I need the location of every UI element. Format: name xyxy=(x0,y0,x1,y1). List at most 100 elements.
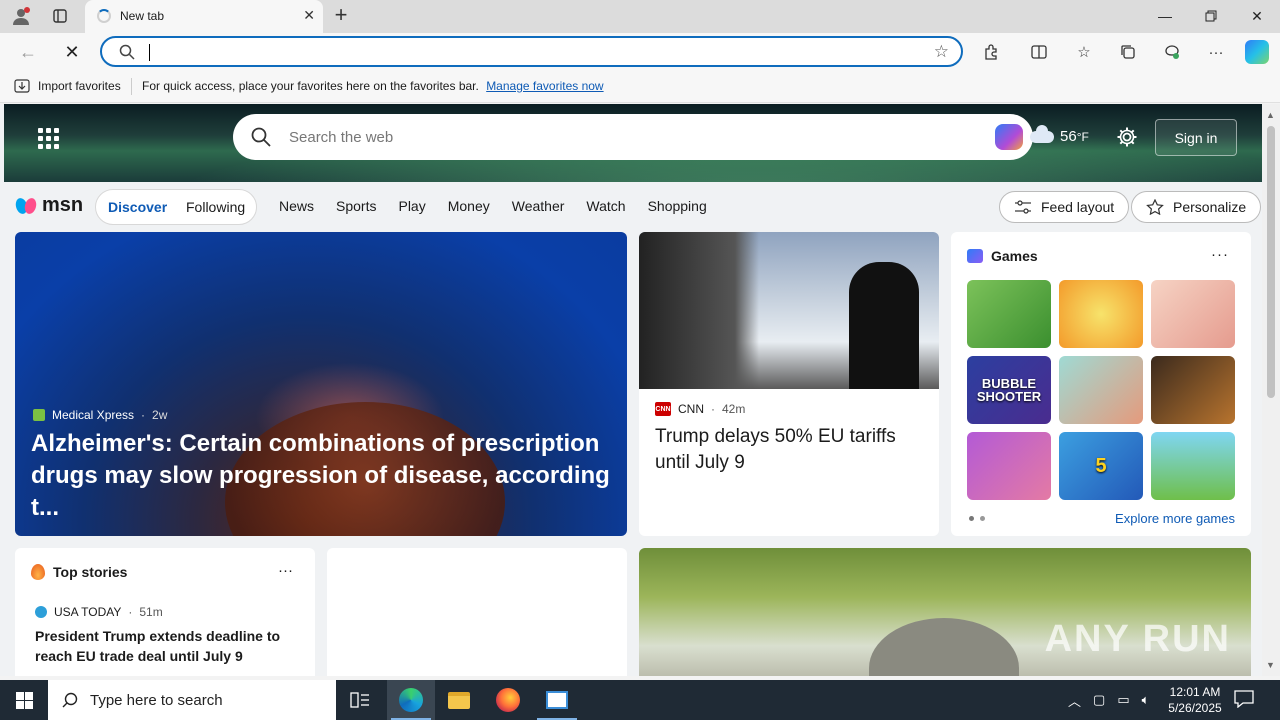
windows-logo-icon xyxy=(15,691,33,709)
start-button[interactable] xyxy=(0,680,48,720)
import-favorites-label: Import favorites xyxy=(38,79,121,93)
stop-loading-button[interactable]: ✕ xyxy=(58,38,86,66)
feed-layout-label: Feed layout xyxy=(1041,199,1115,215)
more-options-icon[interactable]: ··· xyxy=(278,562,293,579)
notifications-icon[interactable] xyxy=(1234,690,1254,711)
msn-logo[interactable]: msn xyxy=(14,194,84,217)
nav-money[interactable]: Money xyxy=(448,198,490,214)
more-options-icon[interactable]: ··· xyxy=(1211,246,1229,263)
game-tile[interactable]: 5 xyxy=(1059,432,1143,500)
close-tab-icon[interactable]: ✕ xyxy=(303,7,315,24)
scroll-up-icon[interactable]: ▲ xyxy=(1266,110,1275,120)
search-icon xyxy=(119,44,135,60)
close-window-button[interactable]: ✕ xyxy=(1234,0,1280,32)
page-scrollbar[interactable]: ▲ ▼ xyxy=(1262,104,1280,676)
divider xyxy=(131,78,132,95)
weather-widget[interactable]: 56°F xyxy=(1030,124,1089,145)
hero-story-card[interactable]: Medical Xpress · 2w Alzheimer's: Certain… xyxy=(15,232,627,536)
network-icon[interactable]: ▭ xyxy=(1117,692,1129,708)
taskbar-search-box[interactable]: Type here to search xyxy=(48,680,336,720)
copilot-search-icon[interactable] xyxy=(995,124,1023,150)
chevron-up-icon[interactable]: ︿ xyxy=(1068,691,1081,710)
msn-logo-text: msn xyxy=(42,194,84,216)
game-tile[interactable] xyxy=(1151,432,1235,500)
msn-page: Search the web 56°F Sign in msn Discover… xyxy=(0,104,1262,676)
volume-icon[interactable]: 🔈︎ xyxy=(1142,692,1150,708)
new-tab-button[interactable]: + xyxy=(330,4,352,28)
copilot-icon[interactable] xyxy=(1245,40,1269,64)
sliders-icon xyxy=(1015,200,1031,214)
feed-tab-switch: Discover Following xyxy=(95,189,257,225)
nav-weather[interactable]: Weather xyxy=(512,198,565,214)
scrollbar-thumb[interactable] xyxy=(1267,126,1275,398)
carousel-dots[interactable] xyxy=(969,516,985,521)
profile-icon[interactable] xyxy=(8,4,34,28)
game-tile[interactable] xyxy=(1151,356,1235,424)
firefox-icon[interactable] xyxy=(484,680,532,720)
watermark: ANY RUN xyxy=(1044,618,1231,660)
notepad-icon[interactable] xyxy=(533,680,581,720)
photo-story-card[interactable]: ANY RUN xyxy=(639,548,1251,676)
cnn-logo-icon: CNN xyxy=(655,402,671,416)
personalize-button[interactable]: Personalize xyxy=(1131,191,1262,223)
gear-icon[interactable] xyxy=(1116,126,1138,151)
browser-essentials-icon[interactable] xyxy=(1160,40,1184,64)
nav-play[interactable]: Play xyxy=(398,198,425,214)
game-tile[interactable] xyxy=(967,280,1051,348)
settings-more-icon[interactable]: ··· xyxy=(1204,40,1228,64)
clock-time: 12:01 AM xyxy=(1169,685,1221,699)
explore-more-games-link[interactable]: Explore more games xyxy=(1115,511,1235,526)
device-icon[interactable]: ▢ xyxy=(1093,692,1105,708)
clock[interactable]: 12:01 AM 5/26/2025 xyxy=(1165,684,1225,716)
loading-spinner-icon xyxy=(97,9,111,23)
medical-xpress-logo-icon xyxy=(33,409,45,421)
feed-layout-button[interactable]: Feed layout xyxy=(999,191,1130,223)
nav-news[interactable]: News xyxy=(279,198,314,214)
nav-shopping[interactable]: Shopping xyxy=(648,198,707,214)
game-tile[interactable] xyxy=(1059,280,1143,348)
news-card-cnn[interactable]: CNN CNN · 42m Trump delays 50% EU tariff… xyxy=(639,232,939,536)
tab-following[interactable]: Following xyxy=(186,199,245,215)
scroll-down-icon[interactable]: ▼ xyxy=(1266,660,1275,670)
tab-new-tab[interactable]: New tab ✕ xyxy=(85,0,323,33)
windows-taskbar: Type here to search ︿ ▢ ▭ 🔈︎ 12:01 AM 5/… xyxy=(0,680,1280,720)
file-explorer-icon[interactable] xyxy=(435,680,483,720)
search-placeholder: Search the web xyxy=(289,129,394,146)
nav-sports[interactable]: Sports xyxy=(336,198,376,214)
favorite-star-icon[interactable]: ☆ xyxy=(934,42,949,62)
edge-taskbar-icon[interactable] xyxy=(387,680,435,720)
game-tile[interactable] xyxy=(1059,356,1143,424)
back-button[interactable]: ← xyxy=(14,38,42,66)
apps-launcher-icon[interactable] xyxy=(38,128,59,149)
favorites-hint-text: For quick access, place your favorites h… xyxy=(142,79,479,93)
story-headline[interactable]: President Trump extends deadline to reac… xyxy=(35,626,295,666)
story-source: CNN CNN · 42m xyxy=(655,402,746,416)
manage-favorites-link[interactable]: Manage favorites now xyxy=(486,79,603,93)
story-photo-image xyxy=(869,618,1019,676)
import-favorites-button[interactable]: Import favorites xyxy=(14,79,121,93)
address-bar[interactable]: ☆ xyxy=(100,36,963,67)
collections-icon[interactable] xyxy=(1116,40,1140,64)
task-view-icon[interactable] xyxy=(336,680,384,720)
story-headline[interactable]: Alzheimer's: Certain combinations of pre… xyxy=(31,428,616,524)
flame-icon xyxy=(31,564,45,580)
tab-actions-icon[interactable] xyxy=(47,4,73,28)
top-stories-header[interactable]: Top stories xyxy=(31,564,127,580)
game-tile[interactable] xyxy=(967,432,1051,500)
split-screen-icon[interactable] xyxy=(1027,40,1051,64)
sign-in-button[interactable]: Sign in xyxy=(1155,119,1237,156)
games-header[interactable]: Games xyxy=(967,248,1038,264)
tab-discover[interactable]: Discover xyxy=(108,199,167,215)
games-title: Games xyxy=(991,248,1038,264)
minimize-button[interactable]: — xyxy=(1142,0,1188,32)
game-tile[interactable] xyxy=(1151,280,1235,348)
favorites-icon[interactable]: ☆ xyxy=(1072,40,1096,64)
restore-button[interactable] xyxy=(1188,0,1234,32)
extensions-icon[interactable] xyxy=(979,40,1003,64)
top-stories-title: Top stories xyxy=(53,564,128,580)
nav-watch[interactable]: Watch xyxy=(586,198,625,214)
story-headline[interactable]: Trump delays 50% EU tariffs until July 9 xyxy=(655,424,925,476)
browser-toolbar: ← ✕ ☆ ☆ ··· xyxy=(0,33,1280,70)
game-tile[interactable]: BUBBLE SHOOTER xyxy=(967,356,1051,424)
web-search-box[interactable]: Search the web xyxy=(233,114,1033,160)
